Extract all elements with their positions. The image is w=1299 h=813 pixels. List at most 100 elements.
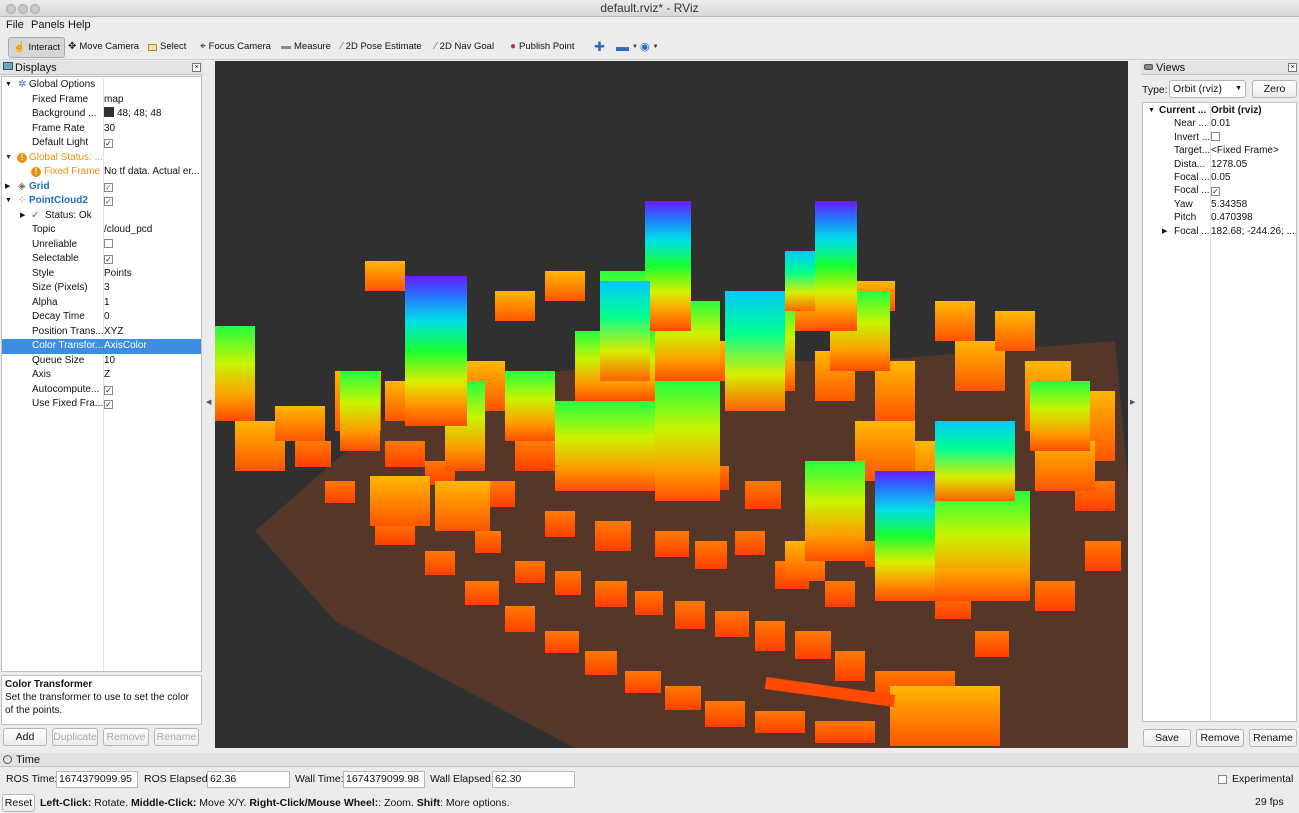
zero-button[interactable]: Zero bbox=[1252, 80, 1297, 98]
tree-row-pointcloud2[interactable]: ▼ ⁘ PointCloud2 ✓ bbox=[2, 194, 201, 209]
tree-row-frame-rate[interactable]: Frame Rate 30 bbox=[2, 122, 201, 137]
views-header: Views × bbox=[1141, 61, 1299, 75]
view-row-near-clip[interactable]: Near ... 0.01 bbox=[1143, 117, 1296, 130]
tool-select[interactable]: Select bbox=[148, 39, 186, 55]
pointcloud2-enabled-checkbox[interactable]: ✓ bbox=[104, 197, 113, 206]
tool-properties-button[interactable]: ◉ ▼ bbox=[640, 39, 659, 55]
status-hint: Left-Click: Rotate. Middle-Click: Move X… bbox=[40, 797, 510, 809]
autocompute-checkbox[interactable]: ✓ bbox=[104, 385, 113, 395]
tree-row-decay-time[interactable]: Decay Time 0 bbox=[2, 310, 201, 325]
point-cloud-render[interactable] bbox=[215, 61, 1128, 748]
default-light-checkbox[interactable]: ✓ bbox=[104, 139, 113, 148]
remove-tool-button[interactable]: ▬ ▼ bbox=[616, 39, 638, 55]
view-row-invert[interactable]: Invert ... bbox=[1143, 131, 1296, 144]
tool-2d-nav-goal[interactable]: ⁄ 2D Nav Goal bbox=[435, 39, 494, 55]
view-type-select[interactable]: Orbit (rviz) ▼ bbox=[1169, 80, 1246, 98]
tree-row-default-light[interactable]: Default Light ✓ bbox=[2, 136, 201, 151]
ros-time-field[interactable]: 1674379099.95 bbox=[56, 771, 138, 788]
tree-row-queue-size[interactable]: Queue Size 10 bbox=[2, 354, 201, 369]
tool-focus-camera[interactable]: ⌖ Focus Camera bbox=[200, 39, 271, 55]
wall-time-field[interactable]: 1674379099.98 bbox=[343, 771, 425, 788]
duplicate-display-button[interactable]: Duplicate bbox=[52, 728, 98, 746]
background-color-value[interactable]: 48; 48; 48 bbox=[103, 107, 201, 122]
experimental-checkbox[interactable] bbox=[1218, 775, 1227, 784]
tree-row-fixed-frame[interactable]: Fixed Frame map bbox=[2, 93, 201, 108]
unreliable-checkbox[interactable] bbox=[104, 238, 113, 248]
tree-row-status-ok[interactable]: ▶ ✓ Status: Ok bbox=[2, 209, 201, 224]
grid-enabled-checkbox[interactable]: ✓ bbox=[104, 182, 113, 192]
tree-row-position-transformer[interactable]: Position Trans... XYZ bbox=[2, 325, 201, 340]
close-icon[interactable]: × bbox=[192, 63, 201, 72]
selectable-checkbox[interactable]: ✓ bbox=[104, 255, 113, 264]
save-view-button[interactable]: Save bbox=[1143, 729, 1191, 747]
tree-row-global-status[interactable]: ▼ ! Global Status: ... bbox=[2, 151, 201, 166]
tree-row-alpha[interactable]: Alpha 1 bbox=[2, 296, 201, 311]
collapse-right-icon[interactable]: ▶ bbox=[1130, 398, 1135, 406]
displays-tree[interactable]: ▼ ✲ Global Options Fixed Frame map Backgr… bbox=[1, 76, 202, 672]
tree-row-global-options[interactable]: ▼ ✲ Global Options bbox=[2, 78, 201, 93]
view-row-focal-shape-size[interactable]: Focal ... 0.05 bbox=[1143, 171, 1296, 184]
tree-row-unreliable[interactable]: Unreliable bbox=[2, 238, 201, 253]
use-fixed-frame-checkbox[interactable]: ✓ bbox=[104, 400, 113, 409]
view-row-yaw[interactable]: Yaw 5.34358 bbox=[1143, 198, 1296, 211]
view-row-current[interactable]: ▼ Current ... Orbit (rviz) bbox=[1143, 104, 1296, 117]
menu-help[interactable]: Help bbox=[68, 19, 91, 31]
menu-panels[interactable]: Panels bbox=[31, 19, 65, 31]
tool-interact[interactable]: ☝ Interact bbox=[8, 37, 66, 58]
move-camera-icon: ✥ bbox=[68, 41, 77, 52]
minimize-window-icon[interactable] bbox=[18, 4, 28, 14]
invert-z-checkbox[interactable] bbox=[1211, 131, 1220, 141]
add-display-button[interactable]: Add bbox=[3, 728, 47, 746]
view-row-pitch[interactable]: Pitch 0.470398 bbox=[1143, 211, 1296, 224]
view-row-focal-shape-fixed[interactable]: Focal ... ✓ bbox=[1143, 184, 1296, 197]
chevron-down-icon: ▼ bbox=[1235, 85, 1242, 92]
close-icon[interactable]: × bbox=[1288, 63, 1297, 72]
tree-row-size[interactable]: Size (Pixels) 3 bbox=[2, 281, 201, 296]
remove-display-button[interactable]: Remove bbox=[103, 728, 149, 746]
checkmark-icon: ✓ bbox=[31, 209, 40, 221]
chevron-down-icon[interactable]: ▼ bbox=[5, 78, 12, 93]
chevron-right-icon[interactable]: ▶ bbox=[1162, 225, 1167, 238]
close-window-icon[interactable] bbox=[6, 4, 16, 14]
rename-view-button[interactable]: Rename bbox=[1249, 729, 1297, 747]
tree-row-grid[interactable]: ▶ ◈ Grid ✓ bbox=[2, 180, 201, 195]
tool-publish-point[interactable]: ● Publish Point bbox=[510, 39, 575, 55]
tree-row-axis[interactable]: Axis Z bbox=[2, 368, 201, 383]
zoom-window-icon[interactable] bbox=[30, 4, 40, 14]
tree-row-style[interactable]: Style Points bbox=[2, 267, 201, 282]
view-row-focal-point[interactable]: ▶ Focal ... 182.68; -244.26; ... bbox=[1143, 225, 1296, 238]
tree-row-background[interactable]: Background ... 48; 48; 48 bbox=[2, 107, 201, 122]
views-tree[interactable]: ▼ Current ... Orbit (rviz) Near ... 0.01 In… bbox=[1142, 102, 1297, 722]
collapse-left-icon[interactable]: ◀ bbox=[206, 398, 211, 406]
chevron-down-icon[interactable]: ▼ bbox=[5, 151, 12, 166]
time-header: Time bbox=[0, 753, 1299, 767]
tree-row-use-fixed-frame[interactable]: Use Fixed Fra... ✓ bbox=[2, 397, 201, 412]
ros-elapsed-field[interactable]: 62.36 bbox=[207, 771, 290, 788]
tool-move-camera[interactable]: ✥ Move Camera bbox=[68, 39, 139, 55]
chevron-down-icon: ▼ bbox=[652, 44, 659, 50]
tree-row-topic[interactable]: Topic/cloud_pcd bbox=[2, 223, 201, 238]
tool-2d-pose-estimate[interactable]: ⁄ 2D Pose Estimate bbox=[341, 39, 422, 55]
wall-elapsed-field[interactable]: 62.30 bbox=[492, 771, 575, 788]
chevron-down-icon[interactable]: ▼ bbox=[5, 194, 12, 209]
tree-row-fixed-frame-status[interactable]: ! Fixed Frame No tf data. Actual er... bbox=[2, 165, 201, 180]
add-tool-button[interactable]: ✚ bbox=[594, 39, 605, 55]
wall-time-label: Wall Time: bbox=[295, 773, 344, 785]
rename-display-button[interactable]: Rename bbox=[154, 728, 199, 746]
3d-render-viewport[interactable] bbox=[215, 61, 1128, 748]
tree-row-color-transformer[interactable]: Color Transfor... AxisColor bbox=[2, 339, 201, 354]
chevron-right-icon[interactable]: ▶ bbox=[5, 180, 10, 195]
displays-panel: Displays × ▼ ✲ Global Options Fixed Fram… bbox=[0, 61, 203, 749]
hint-middle-click: Middle-Click: bbox=[131, 797, 197, 809]
chevron-right-icon[interactable]: ▶ bbox=[20, 209, 25, 224]
tool-measure[interactable]: Measure bbox=[281, 39, 331, 55]
tree-row-autocompute[interactable]: Autocompute... ✓ bbox=[2, 383, 201, 398]
menu-file[interactable]: File bbox=[6, 19, 24, 31]
reset-button[interactable]: Reset bbox=[2, 794, 35, 812]
view-row-target-frame[interactable]: Target... <Fixed Frame> bbox=[1143, 144, 1296, 157]
tree-row-selectable[interactable]: Selectable ✓ bbox=[2, 252, 201, 267]
remove-view-button[interactable]: Remove bbox=[1196, 729, 1244, 747]
view-row-distance[interactable]: Dista... 1278.05 bbox=[1143, 158, 1296, 171]
chevron-down-icon[interactable]: ▼ bbox=[1148, 104, 1155, 117]
focal-shape-checkbox[interactable]: ✓ bbox=[1211, 187, 1220, 197]
